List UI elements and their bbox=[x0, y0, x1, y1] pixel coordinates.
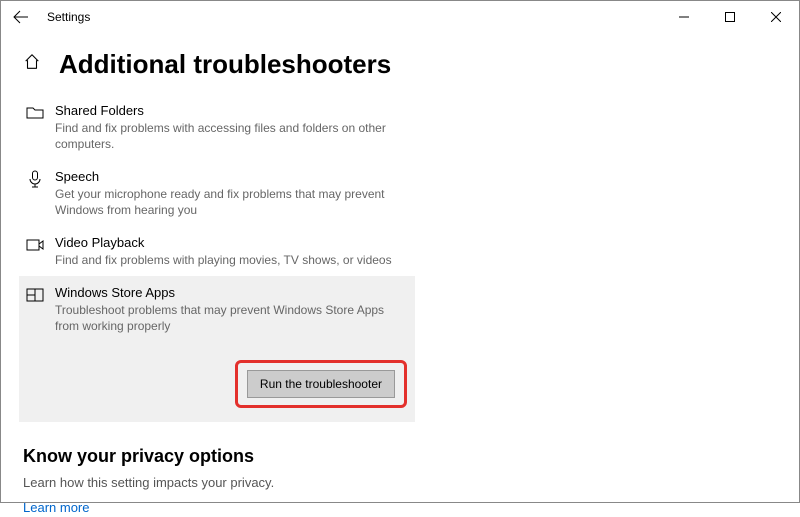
store-apps-icon bbox=[23, 284, 47, 334]
minimize-button[interactable] bbox=[661, 1, 707, 33]
troubleshooter-desc: Find and fix problems with playing movie… bbox=[55, 252, 407, 268]
troubleshooter-shared-folders[interactable]: Shared Folders Find and fix problems wit… bbox=[19, 94, 415, 160]
troubleshooter-title: Shared Folders bbox=[55, 102, 407, 119]
privacy-heading: Know your privacy options bbox=[23, 446, 799, 467]
page-header: Additional troubleshooters bbox=[23, 49, 799, 80]
folder-network-icon bbox=[23, 102, 47, 152]
page-title: Additional troubleshooters bbox=[59, 49, 391, 80]
microphone-icon bbox=[23, 168, 47, 218]
troubleshooter-desc: Find and fix problems with accessing fil… bbox=[55, 120, 407, 152]
close-button[interactable] bbox=[753, 1, 799, 33]
run-troubleshooter-row: Run the troubleshooter bbox=[19, 342, 415, 422]
troubleshooter-title: Speech bbox=[55, 168, 407, 185]
troubleshooter-video-playback[interactable]: Video Playback Find and fix problems wit… bbox=[19, 226, 415, 276]
titlebar: Settings bbox=[1, 1, 799, 33]
maximize-icon bbox=[725, 12, 735, 22]
privacy-section: Know your privacy options Learn how this… bbox=[23, 446, 799, 517]
troubleshooter-title: Windows Store Apps bbox=[55, 284, 407, 301]
privacy-learn-more-link[interactable]: Learn more bbox=[23, 500, 89, 515]
troubleshooter-desc: Get your microphone ready and fix proble… bbox=[55, 186, 407, 218]
app-title: Settings bbox=[47, 10, 90, 24]
troubleshooter-windows-store-apps[interactable]: Windows Store Apps Troubleshoot problems… bbox=[19, 276, 415, 342]
troubleshooter-desc: Troubleshoot problems that may prevent W… bbox=[55, 302, 407, 334]
privacy-desc: Learn how this setting impacts your priv… bbox=[23, 475, 799, 490]
minimize-icon bbox=[679, 12, 689, 22]
back-button[interactable] bbox=[1, 1, 41, 33]
arrow-left-icon bbox=[13, 9, 29, 25]
home-icon-svg bbox=[23, 53, 41, 71]
run-troubleshooter-button[interactable]: Run the troubleshooter bbox=[247, 370, 395, 398]
troubleshooter-title: Video Playback bbox=[55, 234, 407, 251]
video-icon bbox=[23, 234, 47, 268]
maximize-button[interactable] bbox=[707, 1, 753, 33]
highlight-box: Run the troubleshooter bbox=[235, 360, 407, 408]
home-icon[interactable] bbox=[23, 53, 41, 76]
troubleshooter-list: Shared Folders Find and fix problems wit… bbox=[19, 94, 415, 422]
troubleshooter-speech[interactable]: Speech Get your microphone ready and fix… bbox=[19, 160, 415, 226]
window-controls bbox=[661, 1, 799, 33]
close-icon bbox=[771, 12, 781, 22]
